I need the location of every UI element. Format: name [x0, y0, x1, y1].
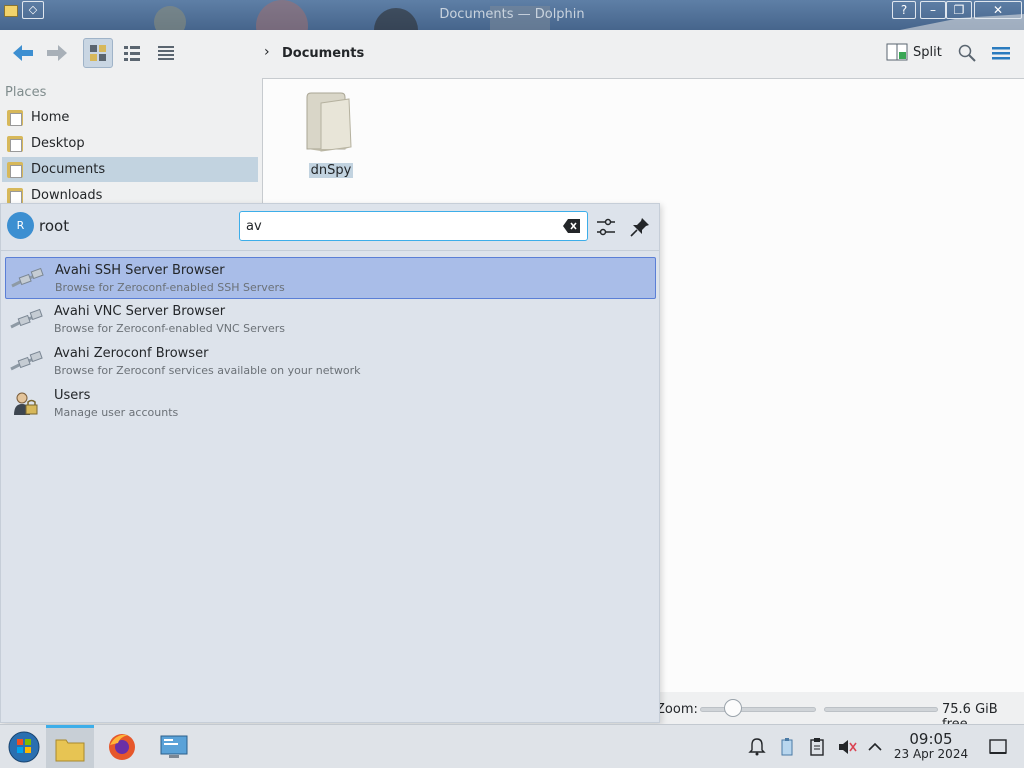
task-dolphin[interactable] [46, 725, 94, 768]
compact-view-icon [124, 46, 140, 61]
help-button[interactable]: ? [892, 1, 916, 19]
chevron-up-icon[interactable] [865, 737, 885, 757]
places-header: Places [5, 85, 47, 100]
place-documents[interactable]: Documents [2, 157, 258, 182]
breadcrumb-documents[interactable]: Documents [282, 46, 364, 61]
task-firefox[interactable] [98, 725, 146, 768]
taskbar: 09:05 23 Apr 2024 [0, 724, 1024, 768]
notifications-icon[interactable] [747, 737, 767, 757]
file-name: dnSpy [308, 163, 354, 178]
result-title: Avahi Zeroconf Browser [54, 346, 209, 361]
close-button[interactable]: ✕ [974, 1, 1022, 19]
user-avatar[interactable]: R [7, 212, 34, 239]
downloads-folder-icon [7, 187, 23, 204]
result-avahi-ssh[interactable]: Avahi SSH Server Browser Browse for Zero… [5, 257, 656, 299]
search-icon [958, 44, 976, 62]
network-cable-icon [11, 267, 44, 288]
minimize-button[interactable]: – [920, 1, 946, 19]
file-item-dnspy[interactable]: dnSpy [301, 89, 361, 178]
main-toolbar: › Documents Split [0, 30, 1024, 78]
result-title: Avahi VNC Server Browser [54, 304, 226, 319]
back-button[interactable] [8, 38, 38, 68]
start-menu-button[interactable] [0, 725, 48, 768]
result-avahi-vnc[interactable]: Avahi VNC Server Browser Browse for Zero… [5, 299, 656, 341]
search-field[interactable] [239, 211, 588, 241]
configure-filters-icon[interactable] [595, 216, 617, 238]
search-button[interactable] [952, 38, 982, 68]
zoom-label: Zoom: [656, 702, 698, 717]
place-home[interactable]: Home [2, 105, 258, 130]
search-input[interactable] [246, 213, 546, 239]
result-title: Avahi SSH Server Browser [55, 263, 225, 278]
forward-button[interactable] [42, 38, 72, 68]
user-lock-icon [14, 392, 38, 415]
task-system-settings[interactable] [150, 725, 198, 768]
hamburger-menu-icon [992, 47, 1010, 60]
result-avahi-zeroconf[interactable]: Avahi Zeroconf Browser Browse for Zeroco… [5, 341, 656, 383]
zoom-slider[interactable] [700, 707, 816, 712]
clipboard-icon[interactable] [807, 737, 827, 757]
places-panel: Places Home Desktop Documents Downloads [0, 78, 262, 208]
window-titlebar[interactable]: ◇ Documents — Dolphin ? – ❐ ✕ [0, 0, 1024, 30]
free-space-bar [824, 707, 938, 712]
clipboard-battery-icon[interactable] [777, 737, 797, 757]
maximize-button[interactable]: ❐ [946, 1, 972, 19]
details-view-icon [158, 46, 174, 60]
window-title: Documents — Dolphin [439, 7, 585, 22]
place-label: Downloads [31, 188, 103, 203]
breadcrumb-chevron-icon: › [264, 44, 270, 60]
desktop-folder-icon [7, 135, 23, 152]
clock-time[interactable]: 09:05 [896, 730, 966, 748]
firefox-icon [109, 734, 135, 760]
back-arrow-icon [13, 45, 33, 61]
network-cable-icon [10, 350, 43, 371]
split-button-label: Split [913, 44, 942, 60]
pin-icon[interactable] [629, 216, 651, 238]
file-manager-icon [55, 739, 85, 761]
system-settings-icon [160, 735, 188, 758]
clock-date[interactable]: 23 Apr 2024 [886, 747, 976, 761]
result-subtitle: Manage user accounts [54, 406, 179, 419]
network-cable-icon [10, 308, 43, 329]
folder-icon [306, 92, 352, 152]
result-subtitle: Browse for Zeroconf-enabled VNC Servers [54, 322, 285, 335]
application-launcher: R root Avahi SSH Server Browser Browse f… [0, 203, 660, 723]
place-label: Home [31, 110, 70, 125]
forward-arrow-icon [47, 45, 67, 61]
result-users[interactable]: Users Manage user accounts [5, 383, 656, 425]
icons-view-icon [90, 45, 106, 61]
start-orb-icon [8, 731, 40, 763]
documents-folder-icon [7, 161, 23, 178]
show-desktop-icon[interactable] [988, 737, 1008, 757]
result-subtitle: Browse for Zeroconf services available o… [54, 364, 361, 377]
place-label: Desktop [31, 136, 85, 151]
hamburger-menu-button[interactable] [986, 38, 1016, 68]
place-label: Documents [31, 162, 106, 177]
user-name: root [39, 217, 70, 235]
result-subtitle: Browse for Zeroconf-enabled SSH Servers [55, 281, 285, 294]
result-title: Users [54, 388, 91, 403]
zoom-slider-handle[interactable] [724, 699, 742, 717]
launcher-divider [1, 250, 659, 251]
place-desktop[interactable]: Desktop [2, 131, 258, 156]
split-view-icon [886, 43, 908, 61]
home-folder-icon [7, 109, 23, 126]
clear-search-icon[interactable] [563, 218, 581, 234]
split-button[interactable]: Split [886, 42, 942, 62]
volume-muted-icon[interactable] [837, 737, 857, 757]
compact-view-button[interactable] [117, 38, 147, 68]
icons-view-button[interactable] [83, 38, 113, 68]
details-view-button[interactable] [151, 38, 181, 68]
